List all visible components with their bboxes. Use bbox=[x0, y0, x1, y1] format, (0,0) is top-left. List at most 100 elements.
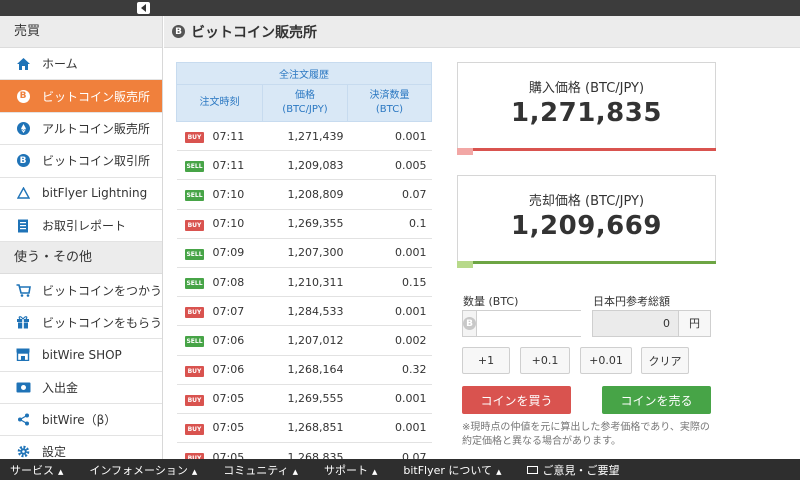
price-cell: 1,268,164 bbox=[262, 355, 348, 385]
table-row: BUY 07:05 1,268,835 0.07 bbox=[176, 442, 432, 459]
side-badge: BUY bbox=[185, 219, 204, 231]
time-cell: 07:11 bbox=[212, 121, 263, 152]
price-cell: 1,269,355 bbox=[262, 209, 348, 239]
mail-icon bbox=[527, 465, 539, 474]
sidebar-item-settings[interactable]: 設定 bbox=[0, 436, 162, 459]
add-0.01-button[interactable]: +0.01 bbox=[580, 347, 632, 374]
caret-up-icon: ▲ bbox=[58, 467, 64, 476]
order-history: 全注文履歴 注文時刻 価格 (BTC/JPY) 決済数量 (BTC) BUY 07… bbox=[176, 62, 432, 459]
side-cell: BUY bbox=[176, 413, 213, 444]
side-badge: SELL bbox=[185, 278, 204, 290]
side-cell: BUY bbox=[176, 384, 213, 414]
sidebar-item-label: アルトコイン販売所 bbox=[42, 121, 150, 136]
cart-icon bbox=[14, 281, 32, 299]
column-header-qty: 決済数量 (BTC) bbox=[347, 84, 432, 122]
sidebar-item-deposit[interactable]: 入出金 bbox=[0, 371, 162, 404]
ethereum-icon bbox=[14, 119, 32, 137]
buy-coin-button[interactable]: コインを買う bbox=[462, 386, 571, 414]
qty-cell: 0.1 bbox=[347, 209, 432, 239]
sidebar-item-label: bitWire（β） bbox=[42, 413, 117, 428]
sidebar-item-lightning[interactable]: bitFlyer Lightning bbox=[0, 177, 162, 210]
sidebar-item-bitcoin-exchange[interactable]: B ビットコイン取引所 bbox=[0, 145, 162, 178]
sidebar-item-spend[interactable]: ビットコインをつかう bbox=[0, 274, 162, 307]
qty-cell: 0.15 bbox=[347, 267, 432, 298]
table-row: SELL 07:09 1,207,300 0.001 bbox=[176, 238, 432, 268]
price-cell: 1,269,555 bbox=[262, 384, 348, 414]
quantity-label: 数量 (BTC) bbox=[463, 295, 519, 308]
sidebar-item-label: ビットコイン取引所 bbox=[42, 154, 151, 169]
collapse-sidebar-icon[interactable] bbox=[137, 2, 150, 14]
time-cell: 07:11 bbox=[212, 150, 263, 181]
side-cell: SELL bbox=[176, 238, 213, 268]
sell-price-bar bbox=[457, 261, 716, 264]
buy-price-label: 購入価格 (BTC/JPY) bbox=[528, 81, 645, 96]
order-history-table: 全注文履歴 注文時刻 価格 (BTC/JPY) 決済数量 (BTC) BUY 07… bbox=[176, 62, 432, 459]
sidebar-section-trade: 売買 bbox=[0, 16, 162, 48]
side-badge: BUY bbox=[185, 132, 204, 144]
qty-cell: 0.32 bbox=[347, 355, 432, 385]
table-row: SELL 07:06 1,207,012 0.002 bbox=[176, 325, 432, 356]
table-row: BUY 07:10 1,269,355 0.1 bbox=[176, 209, 432, 239]
add-0.1-button[interactable]: +0.1 bbox=[520, 347, 570, 374]
bitcoin-icon: B bbox=[172, 25, 185, 38]
side-badge: SELL bbox=[185, 336, 204, 348]
time-cell: 07:06 bbox=[212, 325, 263, 356]
table-row: BUY 07:05 1,268,851 0.001 bbox=[176, 413, 432, 444]
table-row: BUY 07:07 1,284,533 0.001 bbox=[176, 296, 432, 327]
footer-menu-community[interactable]: コミュニティ ▲ bbox=[223, 462, 298, 478]
lightning-icon bbox=[14, 184, 32, 202]
buy-price-value: 1,271,835 bbox=[511, 98, 662, 128]
shop-icon bbox=[14, 346, 32, 364]
sell-coin-button[interactable]: コインを売る bbox=[602, 386, 711, 414]
time-cell: 07:06 bbox=[212, 355, 263, 385]
jpy-total-label: 日本円参考総額 bbox=[593, 295, 670, 308]
time-cell: 07:10 bbox=[212, 179, 263, 210]
add-1-button[interactable]: +1 bbox=[462, 347, 510, 374]
page-title: ビットコイン販売所 bbox=[191, 24, 317, 41]
sidebar-item-altcoin-store[interactable]: アルトコイン販売所 bbox=[0, 112, 162, 146]
side-badge: BUY bbox=[185, 394, 204, 406]
side-badge: SELL bbox=[185, 248, 204, 260]
side-cell: SELL bbox=[176, 150, 213, 181]
quantity-field: B bbox=[462, 310, 644, 337]
sidebar-item-bitcoin-store[interactable]: B ビットコイン販売所 bbox=[0, 80, 162, 113]
sell-price-label: 売却価格 (BTC/JPY) bbox=[528, 194, 645, 209]
side-cell: SELL bbox=[176, 325, 213, 356]
clear-button[interactable]: クリア bbox=[641, 347, 689, 374]
footer-feedback-link[interactable]: ご意見・ご要望 bbox=[527, 462, 619, 478]
footer-bar: サービス ▲ インフォメーション ▲ コミュニティ ▲ サポート ▲ bitFlyer … bbox=[0, 459, 800, 480]
column-header-price: 価格 (BTC/JPY) bbox=[262, 84, 348, 122]
price-cell: 1,208,809 bbox=[262, 179, 348, 210]
gear-icon bbox=[14, 443, 32, 459]
side-badge: BUY bbox=[185, 307, 204, 319]
footer-menu-services[interactable]: サービス ▲ bbox=[10, 462, 63, 478]
price-cell: 1,210,311 bbox=[262, 267, 348, 298]
sidebar-item-home[interactable]: ホーム bbox=[0, 48, 162, 81]
sidebar-item-report[interactable]: お取引レポート bbox=[0, 209, 162, 243]
price-cell: 1,268,851 bbox=[262, 413, 348, 444]
footer-menu-information[interactable]: インフォメーション ▲ bbox=[89, 462, 197, 478]
sidebar-item-label: ビットコイン販売所 bbox=[42, 89, 151, 104]
footer-menu-support[interactable]: サポート ▲ bbox=[324, 462, 377, 478]
price-disclaimer: ※現時点の仲値を元に算出した参考価格であり、実際の約定価格と異なる場合があります… bbox=[462, 422, 710, 447]
table-row: BUY 07:05 1,269,555 0.001 bbox=[176, 384, 432, 414]
qty-cell: 0.001 bbox=[347, 384, 432, 414]
side-cell: BUY bbox=[176, 442, 213, 459]
side-badge: SELL bbox=[185, 190, 204, 202]
buy-price-bar bbox=[457, 148, 716, 151]
sidebar: 売買 ホーム B ビットコイン販売所 アルトコイン販売所 B ビットコイン取引所… bbox=[0, 16, 163, 459]
footer-menu-about[interactable]: bitFlyer について ▲ bbox=[403, 462, 501, 478]
sell-price-marker bbox=[457, 261, 473, 268]
home-icon bbox=[14, 55, 32, 73]
sidebar-item-shop[interactable]: bitWire SHOP bbox=[0, 339, 162, 372]
sidebar-item-bitwire[interactable]: bitWire（β） bbox=[0, 403, 162, 437]
sidebar-item-label: お取引レポート bbox=[42, 219, 127, 234]
side-cell: BUY bbox=[176, 296, 213, 327]
time-cell: 07:08 bbox=[212, 267, 263, 298]
side-badge: BUY bbox=[185, 423, 204, 435]
top-bar bbox=[0, 0, 800, 16]
order-history-caption: 全注文履歴 bbox=[176, 62, 432, 85]
price-cell: 1,284,533 bbox=[262, 296, 348, 327]
sidebar-item-receive[interactable]: ビットコインをもらう bbox=[0, 306, 162, 340]
jpy-unit: 円 bbox=[679, 310, 711, 337]
